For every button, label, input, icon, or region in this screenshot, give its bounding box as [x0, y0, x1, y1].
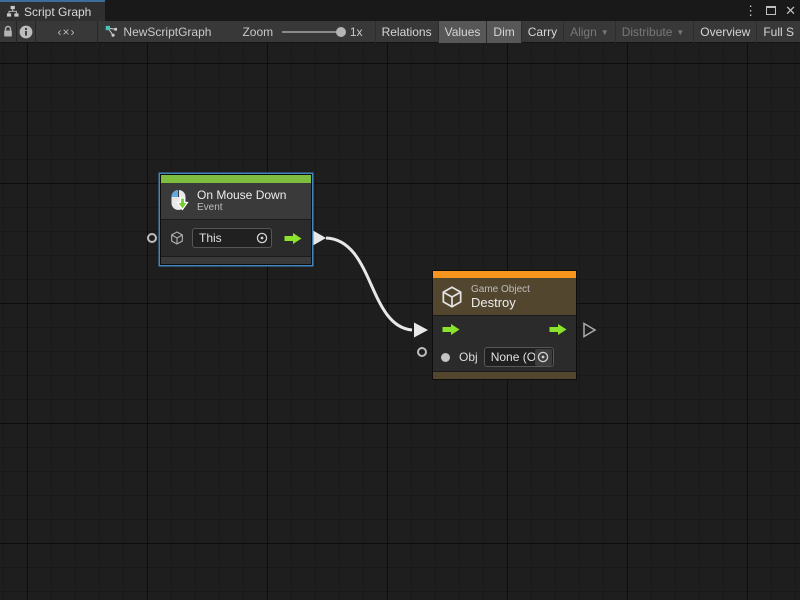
node-accent-bar	[433, 271, 576, 278]
cube-icon	[169, 230, 185, 246]
flow-output-arrow-icon[interactable]	[548, 323, 568, 336]
align-button[interactable]: Align ▼	[563, 21, 615, 43]
node-footer	[433, 371, 576, 379]
info-button[interactable]	[17, 21, 35, 43]
lock-icon	[2, 25, 14, 38]
target-port-row: This	[161, 220, 311, 256]
obj-port-label: Obj	[459, 350, 478, 364]
wire-start-triangle	[313, 231, 326, 246]
flow-input-arrow-icon[interactable]	[441, 323, 461, 336]
graph-name-label: NewScriptGraph	[123, 25, 211, 39]
close-icon[interactable]: ✕	[785, 0, 796, 21]
dim-button[interactable]: Dim	[486, 21, 520, 43]
menu-icon[interactable]: ⋮	[744, 0, 757, 21]
node-accent-bar	[161, 175, 311, 183]
node-body: This	[161, 219, 311, 256]
code-view-button[interactable]: ‹×›	[36, 21, 98, 43]
zoom-value: 1x	[350, 25, 363, 39]
zoom-label: Zoom	[242, 25, 273, 39]
zoom-slider[interactable]	[282, 27, 344, 37]
flow-output-arrow-icon[interactable]	[283, 232, 303, 245]
object-picker-button[interactable]	[535, 349, 552, 366]
graph-hierarchy-icon	[6, 5, 19, 18]
code-icon: ‹×›	[58, 25, 76, 39]
wire-layer	[0, 43, 800, 600]
carry-button[interactable]: Carry	[521, 21, 563, 43]
node-destroy[interactable]: Game Object Destroy Obj	[432, 270, 577, 380]
toolbar-buttons: Relations Values Dim Carry Align ▼ Distr…	[375, 21, 800, 43]
this-value-field[interactable]: This	[192, 228, 272, 248]
maximize-icon[interactable]	[766, 6, 776, 15]
toolbar-separator	[97, 21, 98, 43]
target-input-port[interactable]	[147, 233, 157, 243]
mouse-down-icon	[167, 189, 191, 213]
target-icon	[256, 232, 268, 244]
cube-icon	[439, 284, 465, 310]
obj-port-row: Obj None (O	[433, 343, 576, 371]
graph-canvas[interactable]: On Mouse Down Event This	[0, 43, 800, 600]
distribute-button[interactable]: Distribute ▼	[615, 21, 691, 43]
destroy-output-port-triangle	[584, 324, 595, 337]
node-on-mouse-down[interactable]: On Mouse Down Event This	[160, 174, 312, 265]
obj-value-field[interactable]: None (O	[484, 347, 554, 367]
window-controls: ⋮ ✕	[744, 0, 796, 21]
tab-bar: Script Graph ⋮ ✕	[0, 0, 800, 21]
relations-button[interactable]: Relations	[375, 21, 438, 43]
wire-arrowhead	[414, 323, 428, 338]
obj-input-port[interactable]	[417, 347, 427, 357]
values-button[interactable]: Values	[438, 21, 487, 43]
node-body: Obj None (O	[433, 315, 576, 371]
tab-script-graph[interactable]: Script Graph	[0, 0, 105, 21]
object-picker-button[interactable]	[253, 230, 270, 247]
zoom-slider-track	[282, 31, 344, 33]
node-title: Destroy	[471, 296, 530, 310]
obj-value-text: None (O	[485, 350, 535, 364]
node-header: On Mouse Down Event	[161, 183, 311, 219]
lock-button[interactable]	[0, 21, 16, 43]
chevron-down-icon: ▼	[676, 28, 684, 37]
graph-toolbar: ‹×› NewScriptGraph Zoom 1x Relations Val…	[0, 21, 800, 43]
script-graph-icon	[105, 25, 118, 38]
info-icon	[19, 25, 33, 39]
flow-port-row	[433, 316, 576, 343]
node-category: Game Object	[471, 284, 530, 296]
node-header: Game Object Destroy	[433, 278, 576, 315]
script-graph-window: Script Graph ⋮ ✕ ‹×›	[0, 0, 800, 600]
node-subtitle: Event	[197, 202, 286, 214]
graph-name-button[interactable]: NewScriptGraph	[105, 25, 211, 39]
node-title: On Mouse Down	[197, 188, 286, 202]
obj-port-dot[interactable]	[441, 353, 450, 362]
tab-title: Script Graph	[24, 5, 91, 19]
overview-button[interactable]: Overview	[693, 21, 756, 43]
connection-wire	[326, 238, 412, 330]
this-value-text: This	[193, 231, 253, 245]
zoom-slider-handle[interactable]	[336, 27, 346, 37]
fullscreen-button[interactable]: Full S	[756, 21, 800, 43]
node-footer	[161, 256, 311, 264]
chevron-down-icon: ▼	[601, 28, 609, 37]
target-icon	[537, 351, 549, 363]
